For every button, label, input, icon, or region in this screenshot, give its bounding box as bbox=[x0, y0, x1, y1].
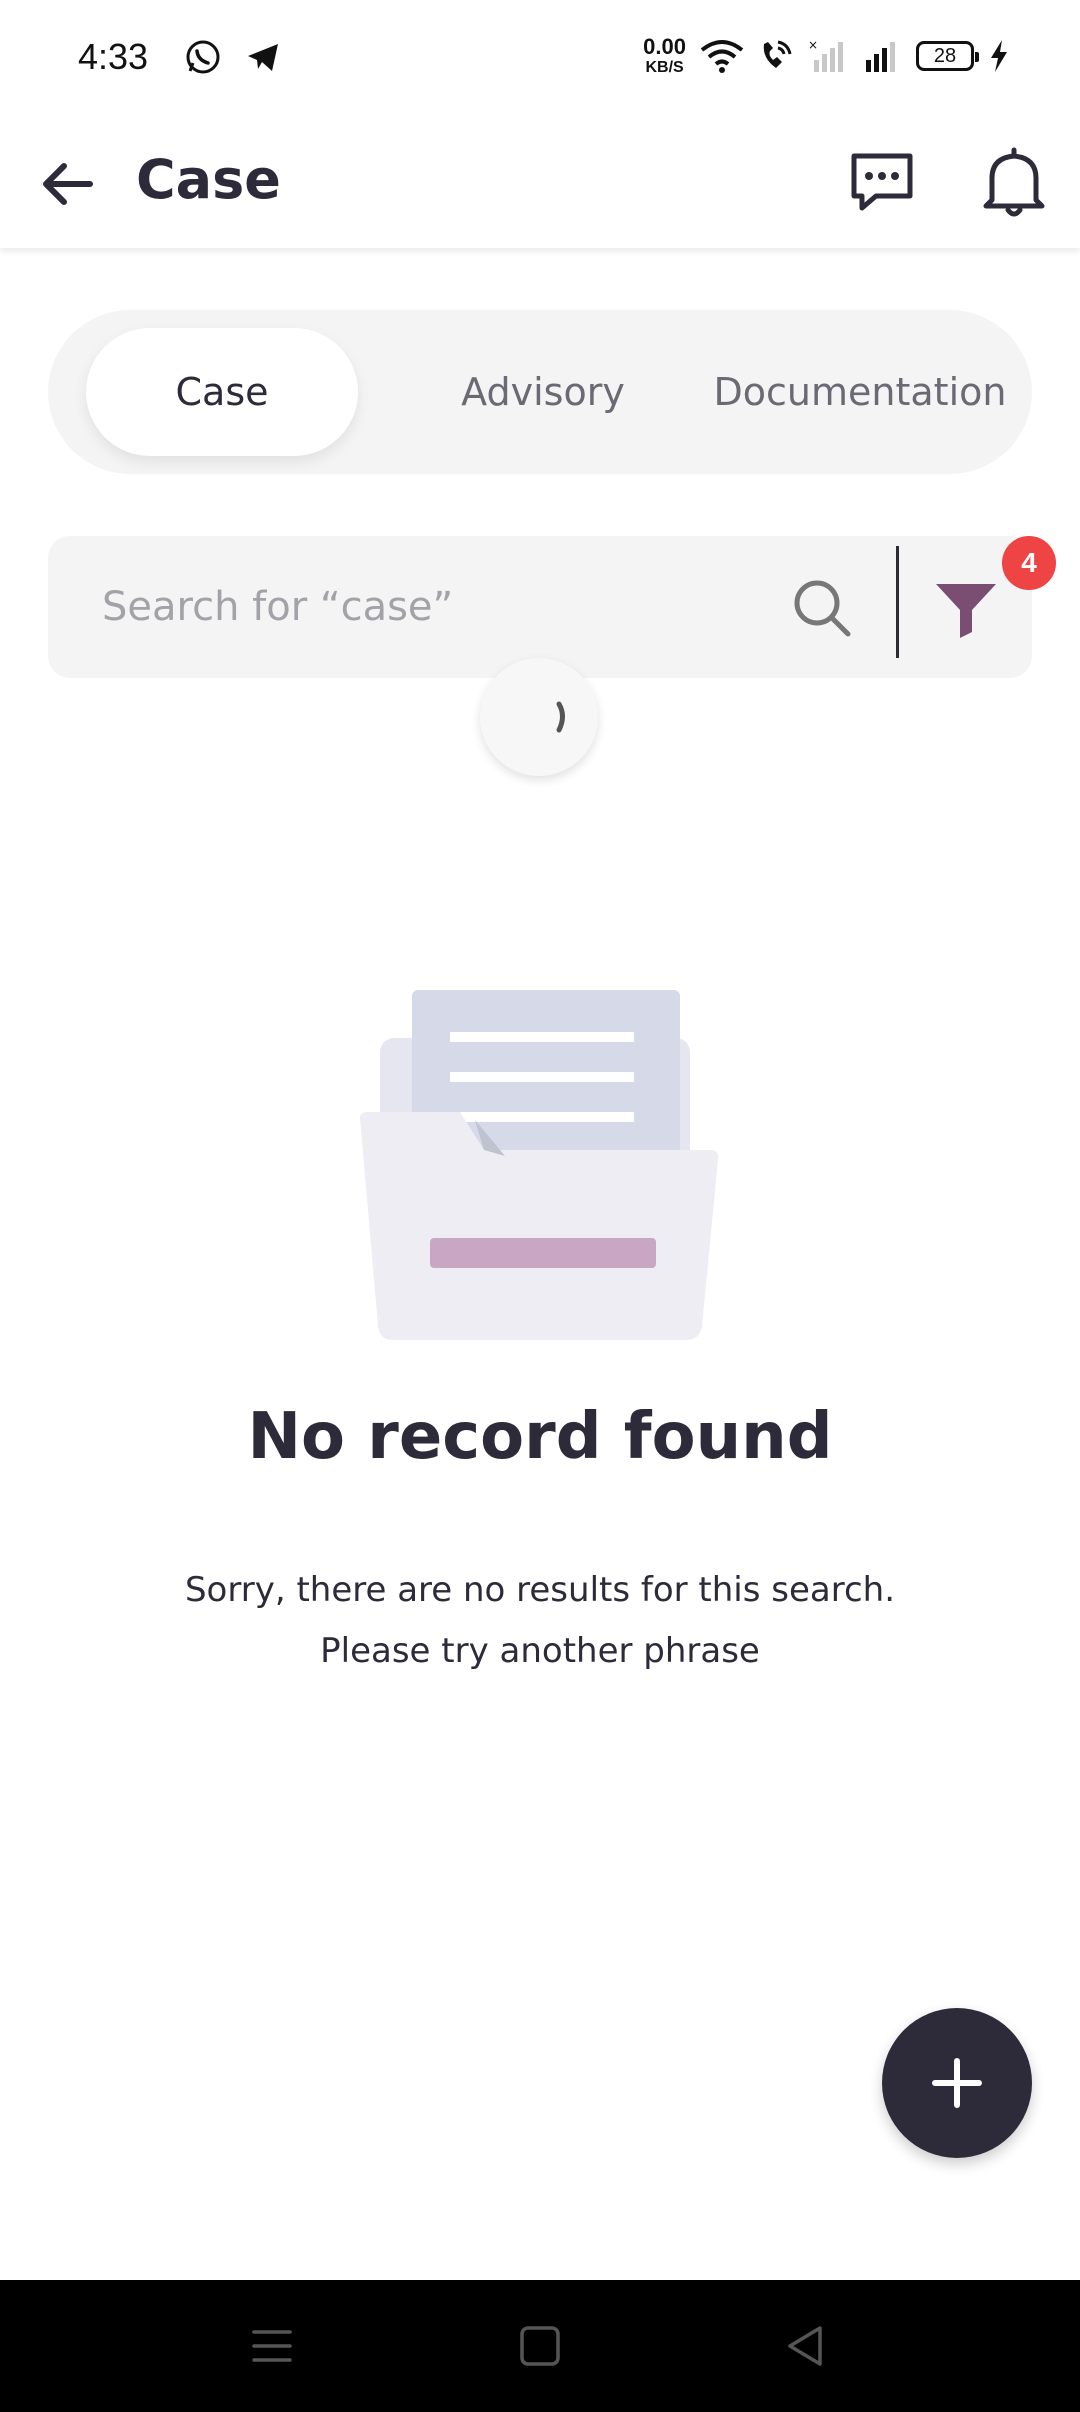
empty-state-message: Sorry, there are no results for this sea… bbox=[0, 1560, 1080, 1682]
signal-icon bbox=[866, 42, 895, 72]
page-title: Case bbox=[136, 148, 281, 211]
spinner-icon bbox=[556, 701, 565, 733]
status-left-icons bbox=[184, 38, 282, 76]
search-input[interactable] bbox=[100, 566, 784, 648]
search-icon[interactable] bbox=[790, 576, 854, 640]
empty-folder-illustration bbox=[360, 990, 719, 1340]
telegram-icon bbox=[248, 44, 278, 71]
charging-icon bbox=[991, 40, 1007, 72]
wifi-calling-icon bbox=[763, 40, 792, 68]
search-bar bbox=[48, 536, 1032, 678]
system-nav-bar bbox=[0, 2280, 1080, 2412]
whatsapp-icon bbox=[186, 40, 220, 74]
app-bar: Case bbox=[0, 120, 1080, 248]
bell-icon[interactable] bbox=[978, 144, 1050, 220]
add-case-button[interactable] bbox=[882, 2008, 1032, 2158]
back-arrow-icon[interactable] bbox=[36, 152, 100, 216]
status-right-icons: 0.00 KB/S × 28 bbox=[643, 36, 1010, 76]
recents-icon[interactable] bbox=[246, 2320, 298, 2372]
filter-count-badge: 4 bbox=[1002, 536, 1056, 590]
battery-level: 28 bbox=[933, 44, 957, 67]
loading-spinner bbox=[480, 658, 598, 776]
plus-icon bbox=[932, 2058, 982, 2108]
status-bar: 4:33 0.00 KB/S × 28 bbox=[0, 0, 1080, 120]
signal-off-icon: × bbox=[808, 38, 843, 72]
wifi-icon bbox=[700, 40, 744, 73]
filter-icon[interactable] bbox=[932, 574, 1000, 642]
search-divider bbox=[896, 546, 899, 658]
svg-text:×: × bbox=[808, 38, 818, 52]
battery-icon: 28 bbox=[916, 41, 979, 71]
net-speed-unit: KB/S bbox=[645, 59, 684, 76]
home-icon[interactable] bbox=[514, 2320, 566, 2372]
net-speed-value: 0.00 bbox=[643, 34, 686, 59]
screen: 4:33 0.00 KB/S × 28 Case Case Advisory D… bbox=[0, 0, 1080, 2412]
status-time: 4:33 bbox=[78, 36, 149, 77]
back-icon[interactable] bbox=[780, 2320, 832, 2372]
empty-state-message-line-1: Sorry, there are no results for this sea… bbox=[184, 1570, 896, 1610]
segmented-tabs: Case Advisory Documentation bbox=[48, 310, 1032, 474]
tab-case[interactable]: Case bbox=[86, 328, 358, 456]
empty-state-title: No record found bbox=[247, 1400, 833, 1474]
net-speed: 0.00 KB/S bbox=[643, 36, 686, 76]
chat-icon[interactable] bbox=[846, 146, 918, 218]
empty-state-message-line-2: Please try another phrase bbox=[320, 1631, 760, 1671]
tab-documentation[interactable]: Documentation bbox=[648, 328, 1072, 456]
